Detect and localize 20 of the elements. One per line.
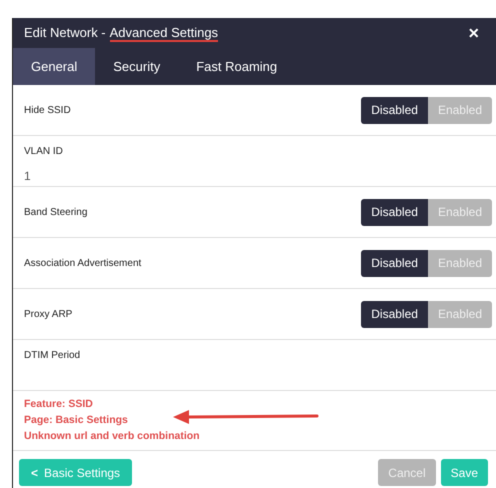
setting-label: Hide SSID — [24, 104, 71, 118]
tab[interactable]: General — [13, 48, 96, 85]
window-title: Advanced Settings — [110, 24, 218, 42]
setting-label: Proxy ARP — [24, 308, 72, 322]
toggle-option[interactable]: Disabled — [361, 300, 428, 328]
field-label: DTIM Period — [24, 348, 82, 362]
input-field[interactable]: 1 — [24, 166, 492, 180]
error-message: Page: Basic Settings — [24, 413, 128, 428]
toggle-option[interactable]: Disabled — [361, 96, 428, 124]
tab[interactable]: Security — [95, 48, 178, 85]
error-message: Feature: SSID — [24, 397, 93, 412]
error-message: Unknown url and verb combination — [24, 429, 200, 444]
close-button[interactable]: × — [468, 24, 479, 42]
window-title: Edit Network - — [24, 24, 106, 42]
setting-label: Association Advertisement — [24, 256, 142, 270]
tab[interactable]: Fast Roaming — [178, 48, 296, 85]
setting-label: Band Steering — [24, 206, 88, 220]
toggle-option[interactable]: Disabled — [361, 198, 428, 226]
toggle-option[interactable]: Disabled — [361, 250, 428, 276]
field-label: VLAN ID — [24, 144, 64, 158]
